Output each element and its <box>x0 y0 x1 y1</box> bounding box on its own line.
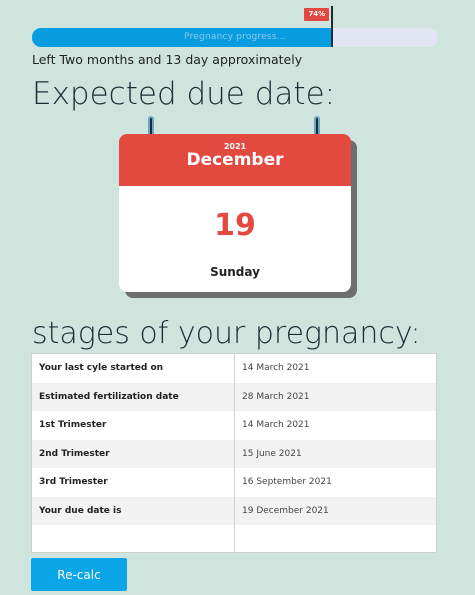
calendar-month: December <box>186 150 284 170</box>
stage-label: 3rd Trimester <box>31 468 235 497</box>
stage-value: 15 June 2021 <box>234 439 437 468</box>
stage-value: 14 March 2021 <box>242 420 310 431</box>
stage-value: 16 September 2021 <box>242 477 332 488</box>
progress-track: Pregnancy progress... <box>32 28 438 47</box>
due-date-heading: Expected due date: <box>32 76 336 112</box>
spacer-cell <box>234 525 437 553</box>
stage-label: Your due date is <box>31 496 235 525</box>
calendar-header: 2021 December <box>119 134 351 186</box>
stage-label: Your last cyle started on <box>31 353 235 383</box>
calendar-weekday: Sunday <box>210 265 260 279</box>
table-row: 2nd Trimester 15 June 2021 <box>31 439 437 468</box>
progress-label: Pregnancy progress... <box>184 32 286 42</box>
stages-table: Your last cyle started on 14 March 2021 … <box>31 353 437 553</box>
stage-value: 28 March 2021 <box>234 382 437 411</box>
calendar-day: 19 <box>214 208 256 243</box>
table-row: Estimated fertilization date 28 March 20… <box>31 382 437 411</box>
pregnancy-progress-bar: Pregnancy progress... 74% <box>32 6 438 47</box>
stage-label: 1st Trimester <box>31 411 235 440</box>
table-row: Your last cyle started on 14 March 2021 <box>31 353 437 383</box>
stages-heading: stages of your pregnancy: <box>32 316 421 351</box>
stage-value: 14 March 2021 <box>242 363 310 374</box>
stage-value: 19 December 2021 <box>234 496 437 525</box>
stage-label: 2nd Trimester <box>31 439 235 468</box>
table-row: 1st Trimester 14 March 2021 <box>31 411 437 440</box>
due-date-calendar: 2021 December 19 Sunday <box>119 134 351 292</box>
progress-percent-badge: 74% <box>304 8 330 21</box>
stage-label: Estimated fertilization date <box>31 382 235 411</box>
table-spacer-row <box>31 525 437 553</box>
table-row: Your due date is 19 December 2021 <box>31 496 437 525</box>
recalc-button[interactable]: Re-calc <box>31 558 127 591</box>
table-row: 3rd Trimester 16 September 2021 <box>31 468 437 497</box>
spacer-cell <box>31 525 235 553</box>
remaining-time-text: Left Two months and 13 day approximately <box>32 52 303 67</box>
progress-marker <box>331 6 334 47</box>
